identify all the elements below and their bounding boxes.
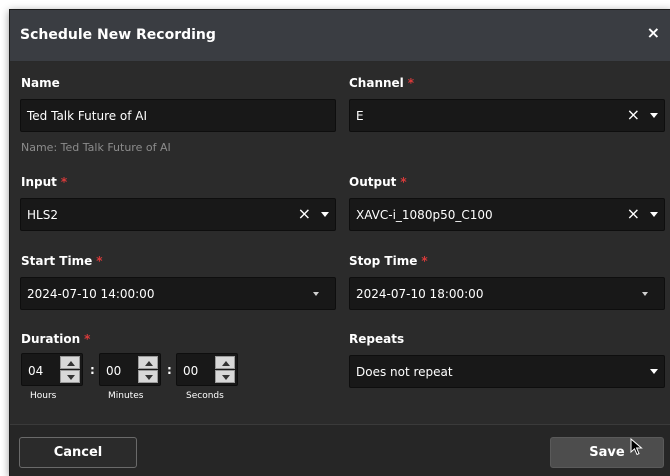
clear-icon[interactable]: ×	[627, 106, 640, 124]
output-select[interactable]: XAVC-i_1080p50_C100 ×	[349, 198, 665, 231]
seconds-label: Seconds	[186, 391, 224, 401]
input-label-text: Input	[21, 175, 57, 189]
chevron-down-icon[interactable]	[650, 369, 658, 374]
hours-stepper[interactable]: 04	[21, 353, 83, 386]
seconds-stepper[interactable]: 00	[176, 353, 238, 386]
input-select[interactable]: HLS2 ×	[20, 198, 336, 231]
duration-label: Duration *	[21, 332, 90, 346]
start-time-label-text: Start Time	[21, 254, 93, 268]
save-button[interactable]: Save	[550, 437, 664, 468]
chevron-down-icon[interactable]	[313, 292, 319, 296]
required-marker: *	[60, 175, 68, 189]
cancel-button[interactable]: Cancel	[19, 437, 137, 468]
stop-time-label-text: Stop Time	[349, 254, 418, 268]
output-label: Output *	[349, 175, 407, 189]
chevron-down-icon[interactable]	[321, 212, 329, 217]
minutes-stepper-arrows	[138, 356, 158, 383]
mouse-pointer-icon	[630, 438, 643, 456]
start-time-picker[interactable]: 2024-07-10 14:00:00	[20, 277, 336, 310]
duration-label-text: Duration	[21, 332, 81, 346]
seconds-value: 00	[183, 364, 199, 378]
required-marker: *	[96, 254, 103, 268]
repeats-value: Does not repeat	[356, 365, 453, 379]
chevron-down-icon[interactable]	[642, 292, 648, 296]
hours-stepper-arrows	[60, 356, 80, 383]
stop-time-label: Stop Time *	[349, 254, 428, 268]
chevron-up-icon[interactable]	[215, 356, 235, 369]
minutes-value: 00	[106, 364, 122, 378]
start-time-value: 2024-07-10 14:00:00	[27, 287, 155, 301]
close-icon[interactable]: ×	[647, 24, 660, 42]
name-input-value: Ted Talk Future of AI	[27, 109, 148, 123]
repeats-select[interactable]: Does not repeat	[349, 355, 665, 388]
input-select-value: HLS2	[27, 208, 58, 222]
chevron-down-icon[interactable]	[60, 370, 80, 383]
hours-value: 04	[28, 364, 44, 378]
channel-label-text: Channel	[349, 76, 404, 90]
duration-separator: :	[167, 363, 172, 377]
chevron-down-icon[interactable]	[650, 113, 658, 118]
minutes-stepper[interactable]: 00	[99, 353, 161, 386]
repeats-label: Repeats	[349, 332, 405, 346]
required-marker: *	[400, 175, 407, 189]
channel-select[interactable]: E ×	[349, 99, 665, 132]
chevron-up-icon[interactable]	[138, 356, 158, 369]
required-marker: *	[84, 332, 91, 346]
hours-label: Hours	[30, 391, 57, 401]
start-time-label: Start Time *	[21, 254, 103, 268]
output-select-value: XAVC-i_1080p50_C100	[356, 208, 493, 222]
stop-time-picker[interactable]: 2024-07-10 18:00:00	[349, 277, 665, 310]
dialog-titlebar: Schedule New Recording ×	[10, 10, 670, 62]
schedule-recording-dialog: Schedule New Recording × Name Ted Talk F…	[9, 9, 670, 476]
output-label-text: Output	[349, 175, 397, 189]
channel-select-value: E	[356, 109, 364, 123]
clear-icon[interactable]: ×	[298, 205, 311, 223]
name-label: Name	[21, 76, 60, 90]
stop-time-value: 2024-07-10 18:00:00	[356, 287, 484, 301]
required-marker: *	[407, 76, 415, 90]
seconds-stepper-arrows	[215, 356, 235, 383]
chevron-down-icon[interactable]	[138, 370, 158, 383]
dialog-footer: Cancel Save	[10, 424, 670, 476]
name-hint: Name: Ted Talk Future of AI	[21, 141, 171, 154]
input-label: Input *	[21, 175, 67, 189]
required-marker: *	[421, 254, 428, 268]
channel-label: Channel *	[349, 76, 414, 90]
minutes-label: Minutes	[108, 391, 144, 401]
duration-separator: :	[90, 363, 95, 377]
clear-icon[interactable]: ×	[627, 205, 640, 223]
chevron-down-icon[interactable]	[215, 370, 235, 383]
name-input[interactable]: Ted Talk Future of AI	[20, 99, 336, 132]
chevron-down-icon[interactable]	[650, 212, 658, 217]
chevron-up-icon[interactable]	[60, 356, 80, 369]
dialog-title: Schedule New Recording	[20, 27, 216, 43]
